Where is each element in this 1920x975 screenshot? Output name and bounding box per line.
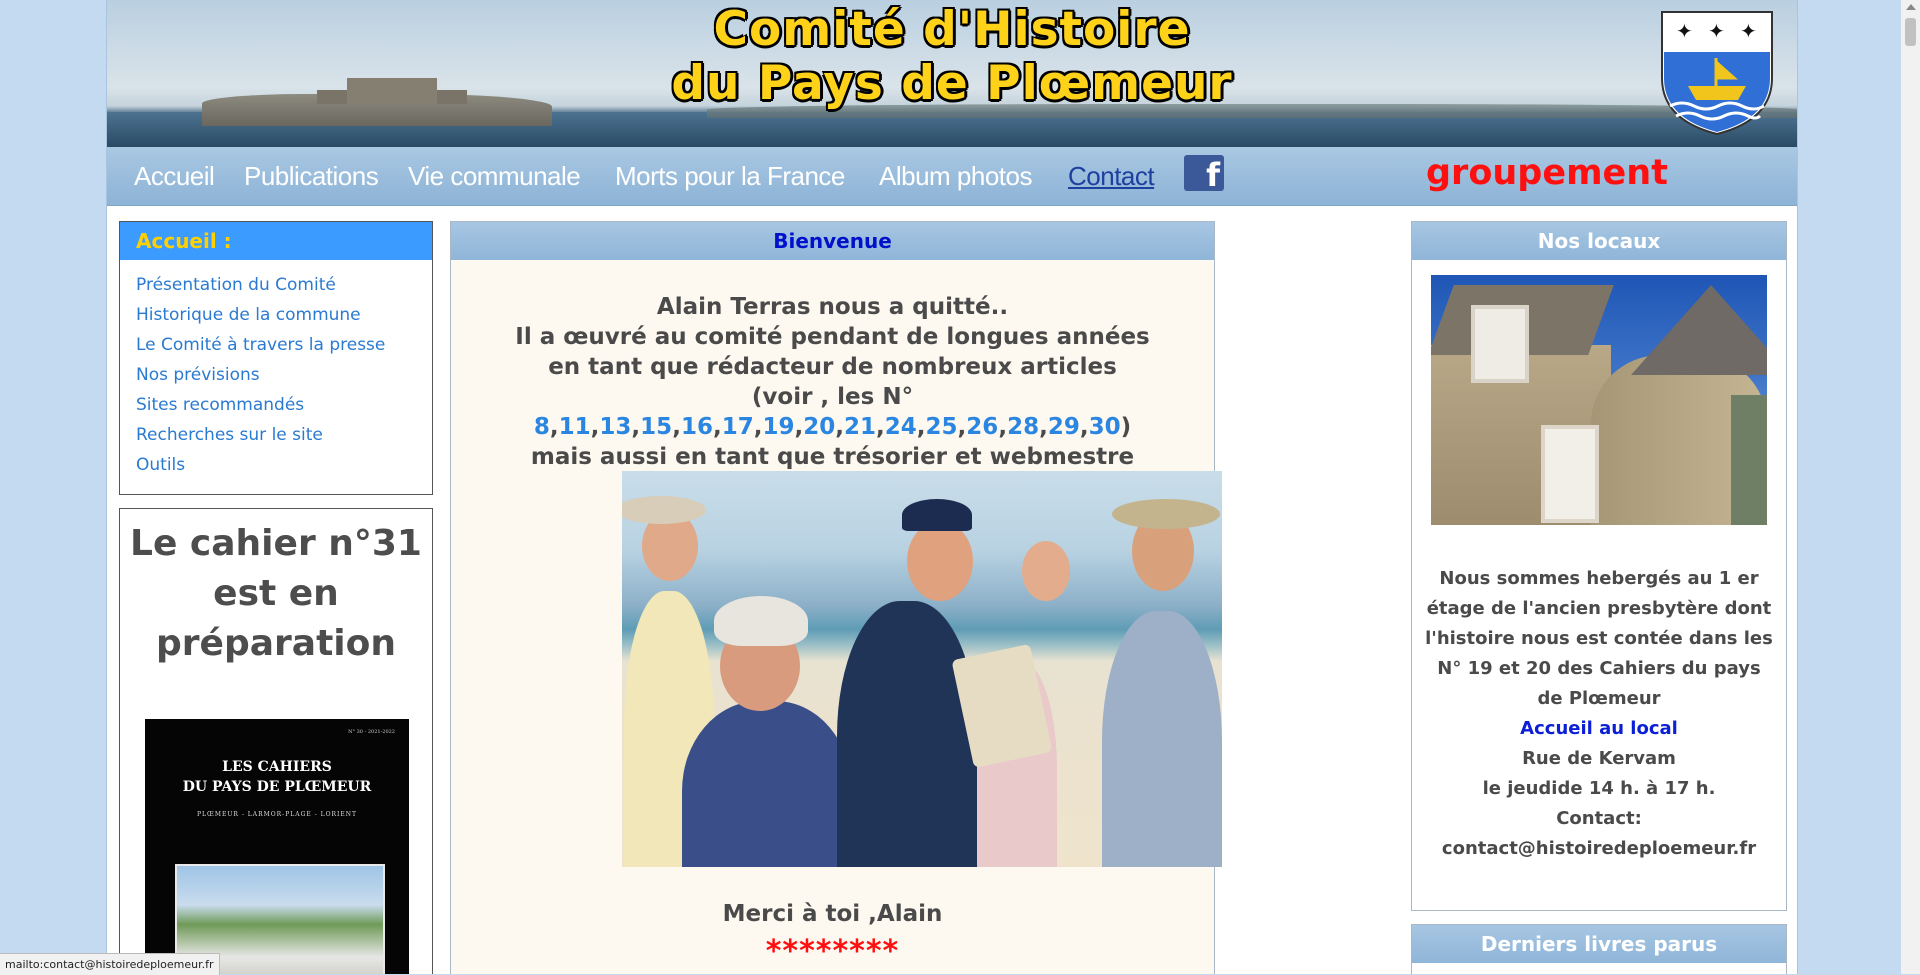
locaux-description: Nous sommes hebergés au 1 er étage de l'… — [1425, 568, 1773, 709]
svg-text:✦: ✦ — [1708, 19, 1725, 43]
issue-link-17[interactable]: 17 — [722, 414, 754, 440]
cover-title-1: LES CAHIERS — [222, 759, 332, 775]
coat-of-arms-icon: ✦ ✦ ✦ — [1661, 11, 1773, 136]
locaux-hours: le jeudide 14 h. à 17 h. — [1482, 778, 1716, 799]
promo-line-2: est en — [213, 573, 339, 614]
presbytere-photo — [1431, 275, 1767, 525]
cover-issue: N° 30 - 2021-2022 — [348, 729, 395, 735]
menu-item-outils[interactable]: Outils — [136, 450, 432, 480]
promo-line-1: Le cahier n°31 — [130, 523, 422, 564]
issue-separator: , — [835, 414, 844, 440]
nos-locaux-box: Nos locaux Nous sommes hebergés au 1 er … — [1411, 221, 1787, 911]
issue-link-24[interactable]: 24 — [885, 414, 917, 440]
tribute-line-1: Alain Terras nous a quitté.. — [656, 294, 1009, 320]
issue-link-15[interactable]: 15 — [640, 414, 672, 440]
cahier-cover-image[interactable]: N° 30 - 2021-2022 LES CAHIERS DU PAYS DE… — [145, 719, 409, 974]
site-title-line2: du Pays de Plœmeur — [671, 56, 1233, 111]
vertical-scrollbar[interactable] — [1901, 0, 1920, 974]
status-bar-url: mailto:contact@histoiredeploemeur.fr — [0, 953, 220, 975]
nav-accueil[interactable]: Accueil — [134, 161, 215, 192]
issue-link-19[interactable]: 19 — [762, 414, 794, 440]
promo-line-3: préparation — [156, 623, 396, 664]
groupement-link[interactable]: groupement — [1426, 153, 1668, 193]
issue-link-30[interactable]: 30 — [1089, 414, 1121, 440]
issue-separator: , — [549, 414, 559, 440]
tribute-line-2: Il a œuvré au comité pendant de longues … — [515, 324, 1150, 350]
issue-separator: , — [876, 414, 885, 440]
voir-suffix: ) — [1120, 414, 1132, 440]
tribute-line-3: en tant que rédacteur de nombreux articl… — [548, 354, 1117, 380]
welcome-title: Bienvenue — [451, 222, 1214, 260]
nos-locaux-title: Nos locaux — [1412, 222, 1786, 260]
cahier-promo-box: Le cahier n°31 est en préparation N° 30 … — [119, 508, 433, 974]
scroll-up-arrow-icon[interactable] — [1906, 4, 1916, 10]
issue-separator: , — [1039, 414, 1048, 440]
stars-divider: ******** — [765, 934, 900, 969]
issue-links: 8,11,13,15,16,17,19,20,21,24,25,26,28,29… — [534, 414, 1121, 440]
nav-vie-communale[interactable]: Vie communale — [408, 161, 581, 192]
site-title-line1: Comité d'Histoire — [713, 2, 1191, 57]
issue-separator: , — [916, 414, 926, 440]
locaux-address: Rue de Kervam — [1522, 748, 1676, 769]
menu-item-presse[interactable]: Le Comité à travers la presse — [136, 330, 432, 360]
menu-item-presentation[interactable]: Présentation du Comité — [136, 270, 432, 300]
derniers-livres-title: Derniers livres parus — [1412, 925, 1786, 963]
voir-prefix: (voir , les N° — [751, 384, 914, 410]
issue-link-21[interactable]: 21 — [844, 414, 876, 440]
issue-separator: , — [631, 414, 641, 440]
issue-separator: , — [957, 414, 967, 440]
issue-link-11[interactable]: 11 — [559, 414, 591, 440]
accueil-au-local: Accueil au local — [1520, 718, 1678, 739]
issue-link-25[interactable]: 25 — [926, 414, 958, 440]
facebook-icon[interactable]: f — [1184, 155, 1224, 191]
tribute-text: Alain Terras nous a quitté.. Il a œuvré … — [451, 292, 1214, 472]
group-photo — [622, 471, 1222, 867]
locaux-text: Nous sommes hebergés au 1 er étage de l'… — [1412, 564, 1786, 864]
svg-text:✦: ✦ — [1740, 19, 1757, 43]
issue-separator: , — [672, 414, 681, 440]
site-banner: Comité d'Histoire du Pays de Plœmeur ✦ ✦… — [107, 0, 1797, 147]
issue-link-16[interactable]: 16 — [681, 414, 713, 440]
cover-subtitle: PLŒMEUR - LARMOR-PLAGE - LORIENT — [196, 811, 358, 818]
tribute-line-5: mais aussi en tant que trésorier et webm… — [530, 444, 1135, 470]
cahier-promo-text: Le cahier n°31 est en préparation — [120, 519, 432, 669]
cover-title-2: DU PAYS DE PLŒMEUR — [182, 779, 372, 795]
menu-item-historique[interactable]: Historique de la commune — [136, 300, 432, 330]
issue-separator: , — [794, 414, 804, 440]
contact-email-link[interactable]: contact@histoiredeploemeur.fr — [1412, 834, 1786, 864]
issue-link-28[interactable]: 28 — [1007, 414, 1039, 440]
issue-separator: , — [712, 414, 722, 440]
menu-item-recherches[interactable]: Recherches sur le site — [136, 420, 432, 450]
left-menu-list: Présentation du Comité Historique de la … — [120, 260, 432, 480]
issue-separator: , — [1079, 414, 1089, 440]
welcome-box: Bienvenue Alain Terras nous a quitté.. I… — [450, 221, 1222, 974]
tribute-line-issues: (voir , les N° 8,11,13,15,16,17,19,20,21… — [451, 382, 1214, 442]
main-nav: Accueil Publications Vie communale Morts… — [107, 147, 1797, 206]
nav-contact[interactable]: Contact — [1068, 161, 1155, 192]
issue-link-26[interactable]: 26 — [966, 414, 998, 440]
merci-text: Merci à toi ,Alain — [722, 901, 943, 927]
scroll-thumb[interactable] — [1905, 18, 1916, 46]
menu-item-previsions[interactable]: Nos prévisions — [136, 360, 432, 390]
issue-link-29[interactable]: 29 — [1048, 414, 1080, 440]
nav-album-photos[interactable]: Album photos — [879, 161, 1032, 192]
left-menu-title: Accueil : — [120, 222, 432, 260]
menu-item-sites[interactable]: Sites recommandés — [136, 390, 432, 420]
svg-text:✦: ✦ — [1676, 19, 1693, 43]
left-menu-box: Accueil : Présentation du Comité Histori… — [119, 221, 433, 495]
nav-publications[interactable]: Publications — [244, 161, 379, 192]
contact-label: Contact: — [1556, 808, 1642, 829]
page: Comité d'Histoire du Pays de Plœmeur ✦ ✦… — [106, 0, 1798, 974]
nav-morts-pour-la-france[interactable]: Morts pour la France — [615, 161, 845, 192]
issue-separator: , — [998, 414, 1008, 440]
issue-link-8[interactable]: 8 — [534, 414, 550, 440]
issue-link-20[interactable]: 20 — [803, 414, 835, 440]
derniers-livres-box: Derniers livres parus — [1411, 924, 1787, 974]
issue-link-13[interactable]: 13 — [599, 414, 631, 440]
